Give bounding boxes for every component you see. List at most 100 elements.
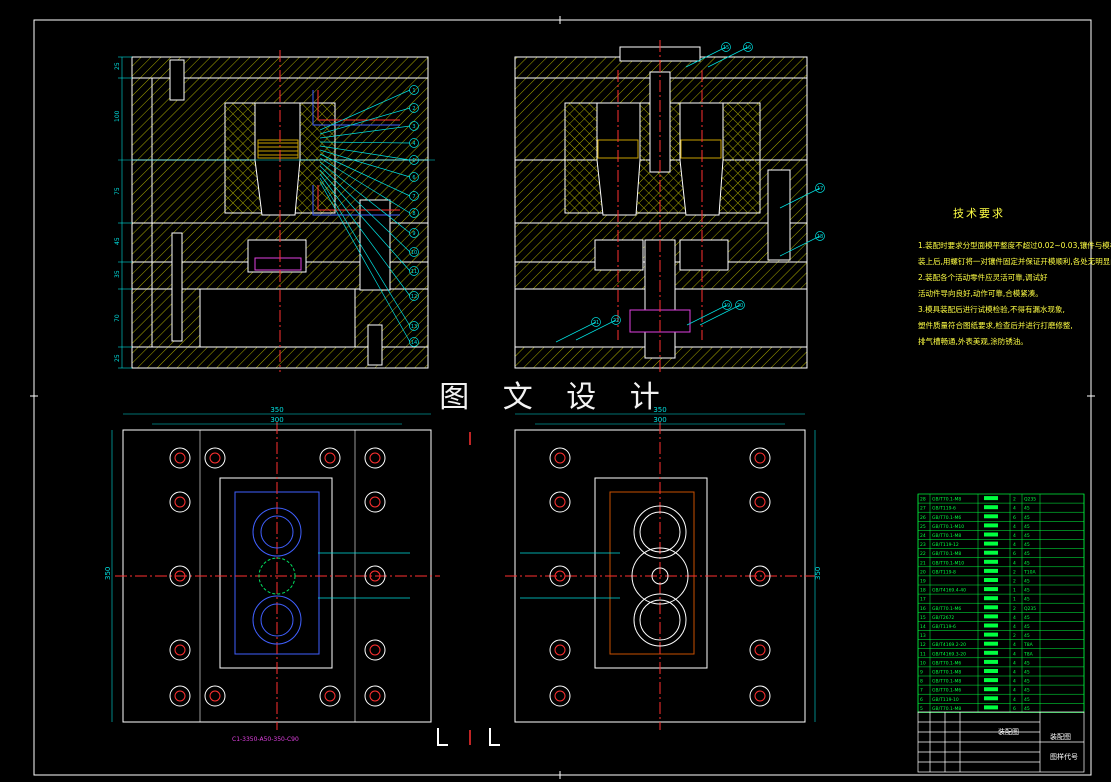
bom-no: 16 xyxy=(920,606,926,612)
bom-no: 12 xyxy=(920,642,926,648)
bom-qty: 2 xyxy=(1013,497,1016,503)
right-plan-view: 350 300 350 xyxy=(505,406,822,730)
bom-code: GB/T70.1-M10 xyxy=(932,524,964,530)
bom-code: GB/T119-6 xyxy=(932,506,956,512)
dim-section-4: 45 xyxy=(114,237,121,245)
bom-material: 45 xyxy=(1024,633,1030,639)
bom-name-mark xyxy=(984,632,998,637)
balloon-label: 21 xyxy=(593,320,599,326)
bom-qty: 4 xyxy=(1013,679,1016,685)
balloon-label: 4 xyxy=(412,141,415,147)
tech-line-2: 装上后,用螺钉将一对镶件固定并保证开模顺利,各处无明显间隙。 xyxy=(918,257,1111,266)
bom-name-mark xyxy=(984,641,998,646)
drawing-code: 图样代号 xyxy=(1050,753,1078,761)
bom-code: GB/T4169.2-20 xyxy=(932,642,966,648)
bolt-hole xyxy=(169,447,191,469)
bom-no: 21 xyxy=(920,560,926,566)
bom-no: 17 xyxy=(920,597,926,603)
right-section-view: 15 16 17 18 19 20 21 22 xyxy=(514,40,825,372)
bom-name-mark xyxy=(984,496,998,501)
bolt-hole xyxy=(749,639,771,661)
bom-no: 28 xyxy=(920,497,926,503)
bom-no: 8 xyxy=(920,679,923,685)
bolt-hole xyxy=(749,685,771,707)
bom-material: 45 xyxy=(1024,706,1030,712)
tech-line-3: 2.装配各个活动零件应灵活可靠,调试好 xyxy=(918,273,1048,282)
bom-no: 9 xyxy=(920,670,923,676)
bom-material: T8A xyxy=(1023,642,1034,648)
bom-code: GB/T70.1-M10 xyxy=(932,560,964,566)
bom-no: 19 xyxy=(920,579,926,585)
bom-code: GB/T119-8 xyxy=(932,569,956,575)
bom-material: 45 xyxy=(1024,660,1030,666)
bom-name-mark xyxy=(984,559,998,564)
bom-name-mark xyxy=(984,687,998,692)
bom-material: T8A xyxy=(1023,651,1034,657)
bom-name-mark xyxy=(984,669,998,673)
bom-qty: 2 xyxy=(1013,633,1016,639)
bom-material: 45 xyxy=(1024,670,1030,676)
balloon-label: 9 xyxy=(412,231,415,237)
bolt-hole xyxy=(169,639,191,661)
right-plan-height-dim: 350 xyxy=(814,567,822,580)
title-block xyxy=(917,711,1085,773)
bom-code: GB/T70.1-M6 xyxy=(932,688,961,694)
balloon-label: 12 xyxy=(411,294,417,300)
bom-no: 14 xyxy=(920,624,926,630)
bom-name-mark xyxy=(984,505,998,510)
bom-code: GB/T70.1-M6 xyxy=(932,515,961,521)
balloon-label: 15 xyxy=(723,45,729,51)
bom-material: 45 xyxy=(1024,697,1030,703)
bom-qty: 2 xyxy=(1013,606,1016,612)
bom-code: GB/T119-10 xyxy=(932,697,959,703)
bom-material: Q235 xyxy=(1024,497,1036,503)
bolt-hole xyxy=(319,685,341,707)
bom-material: 45 xyxy=(1024,560,1030,566)
technical-requirements-title: 技术要求 xyxy=(953,207,1005,220)
tech-line-1: 1.装配时要求分型面模平整度不超过0.02~0.03,镶件与模板配合紧密。 xyxy=(918,241,1111,250)
bom-name-mark xyxy=(984,605,998,610)
tech-line-7: 排气槽畅通,外表美观,涂防锈油。 xyxy=(918,337,1028,346)
bolt-hole xyxy=(549,685,571,707)
bom-name-mark xyxy=(984,578,998,582)
bom-code: GB/T70.1-M6 xyxy=(932,660,961,666)
bom-code: GB/T2672 xyxy=(932,615,954,621)
balloon-label: 7 xyxy=(412,194,415,200)
bom-no: 24 xyxy=(920,533,926,539)
bom-qty: 4 xyxy=(1013,670,1016,676)
bom-no: 7 xyxy=(920,688,923,694)
bom-qty: 4 xyxy=(1013,651,1016,657)
bom-qty: 4 xyxy=(1013,688,1016,694)
bom-no: 11 xyxy=(920,651,926,657)
bom-material: T10A xyxy=(1023,569,1036,575)
bolt-hole xyxy=(364,639,386,661)
bom-qty: 1 xyxy=(1013,597,1016,603)
bom-material: 45 xyxy=(1024,533,1030,539)
dim-section-3: 75 xyxy=(114,187,121,195)
bom-material: 45 xyxy=(1024,615,1030,621)
balloon-label: 2 xyxy=(412,106,415,112)
bolt-hole xyxy=(364,685,386,707)
bom-name-mark xyxy=(984,596,998,601)
bolt-hole xyxy=(204,685,226,707)
bom-material: 45 xyxy=(1024,597,1030,603)
bolt-hole xyxy=(169,685,191,707)
part-number: C1-3350-A50-350-C90 xyxy=(232,736,299,743)
bom-qty: 4 xyxy=(1013,624,1016,630)
bom-code: GB/T4169.3-20 xyxy=(932,651,966,657)
balloon-label: 17 xyxy=(817,186,823,192)
dim-section-1: 25 xyxy=(114,62,121,70)
bom-qty: 4 xyxy=(1013,615,1016,621)
bom-no: 22 xyxy=(920,551,926,557)
right-plan-inner-dim: 300 xyxy=(653,416,666,424)
bom-material: 45 xyxy=(1024,688,1030,694)
bom-material: 45 xyxy=(1024,579,1030,585)
bom-material: 45 xyxy=(1024,679,1030,685)
left-plan-view: 350 300 350 xyxy=(104,406,440,730)
bom-qty: 4 xyxy=(1013,524,1016,530)
bom-name-mark xyxy=(984,568,998,573)
bom-code: GB/T119-6 xyxy=(932,624,956,630)
left-plan-height-dim: 350 xyxy=(104,567,112,580)
watermark-text: 图 文 设 计 xyxy=(439,380,672,415)
bom-name-mark xyxy=(984,532,998,537)
